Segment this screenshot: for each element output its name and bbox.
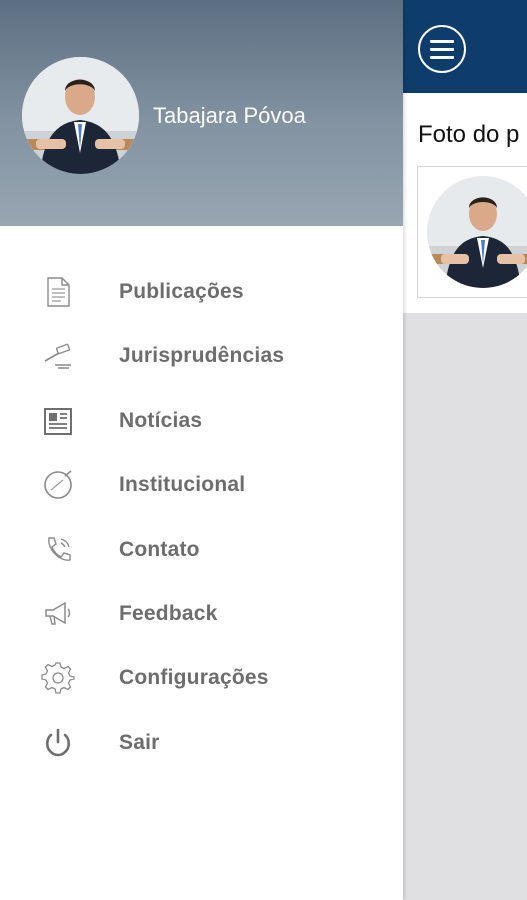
menu-item-label: Configurações (119, 666, 269, 690)
menu-item-publicacoes[interactable]: Publicações (0, 260, 403, 324)
menu-item-label: Sair (119, 730, 160, 754)
menu-item-configuracoes[interactable]: Configurações (0, 646, 403, 710)
power-icon (40, 725, 76, 761)
avatar[interactable] (22, 57, 139, 174)
menu-item-label: Feedback (119, 601, 218, 625)
drawer-header: Tabajara Póvoa (0, 0, 403, 226)
menu-item-sair[interactable]: Sair (0, 711, 403, 775)
menu-item-contato[interactable]: Contato (0, 518, 403, 582)
phone-icon (40, 532, 76, 568)
menu-item-feedback[interactable]: Feedback (0, 582, 403, 646)
menu-item-label: Contato (119, 537, 200, 561)
menu-item-label: Institucional (119, 473, 246, 497)
profile-photo-frame[interactable] (417, 166, 527, 298)
menu-item-label: Jurisprudências (119, 344, 285, 368)
menu-item-jurisprudencias[interactable]: Jurisprudências (0, 324, 403, 388)
profile-photo (427, 176, 527, 288)
menu-list: Publicações Jurisprudências Notícias Ins… (0, 260, 403, 775)
gavel-icon (40, 338, 76, 374)
hamburger-menu-icon[interactable] (418, 25, 466, 73)
menu-item-label: Publicações (119, 280, 244, 303)
menu-item-noticias[interactable]: Notícias (0, 389, 403, 453)
menu-item-label: Notícias (119, 408, 203, 432)
badge-icon (40, 467, 76, 503)
megaphone-icon (40, 596, 76, 632)
document-icon (40, 274, 76, 310)
navigation-drawer: Tabajara Póvoa Publicações Jurisprudênci… (0, 0, 403, 900)
photo-heading: Foto do p (418, 121, 520, 148)
menu-item-institucional[interactable]: Institucional (0, 453, 403, 517)
gear-icon (40, 660, 76, 696)
newspaper-icon (40, 403, 76, 439)
user-name: Tabajara Póvoa (153, 103, 306, 128)
